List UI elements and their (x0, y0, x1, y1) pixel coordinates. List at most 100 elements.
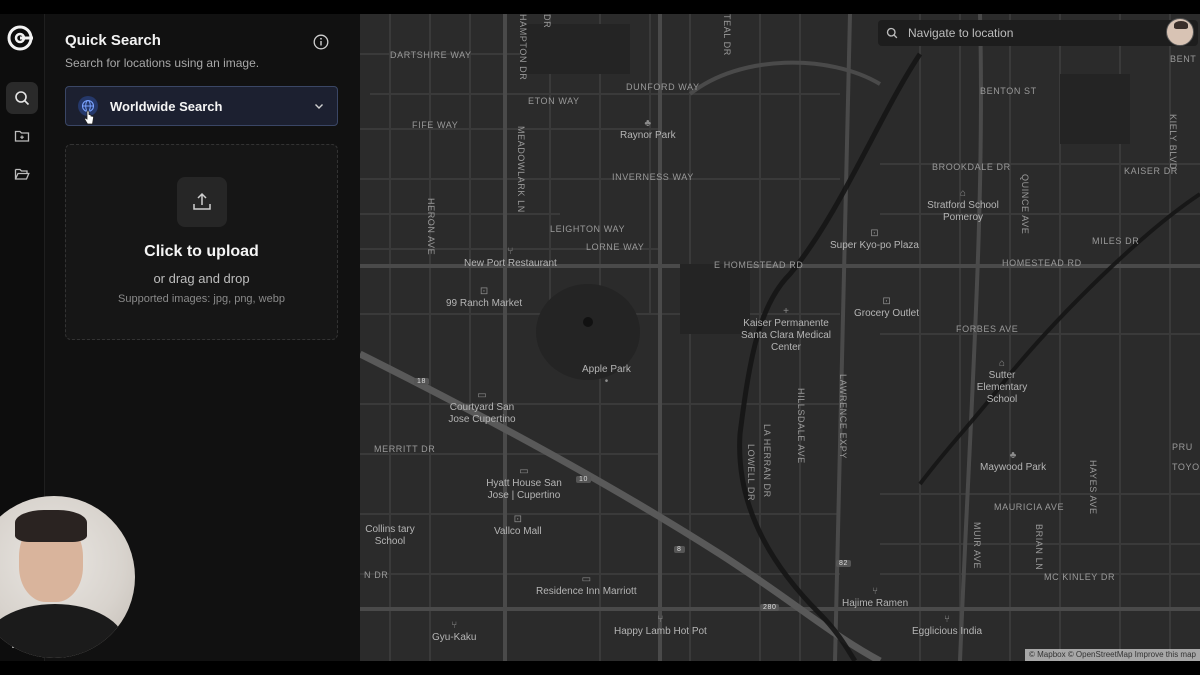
panel-subtitle: Search for locations using an image. (65, 56, 260, 70)
street-label: HAMPTON DR (518, 14, 528, 81)
street-label: BRIAN LN (1034, 524, 1044, 571)
poi-gyu-kaku[interactable]: ⑂ Gyu-Kaku (432, 620, 476, 644)
street-label: QUINCE AVE (1020, 174, 1030, 235)
search-icon (886, 27, 898, 39)
poi-raynor-park[interactable]: ♣ Raynor Park (620, 118, 676, 142)
school-icon: ⌂ (998, 358, 1006, 369)
image-upload-dropzone[interactable]: Click to upload or drag and drop Support… (65, 144, 338, 340)
hotel-icon: ▭ (581, 574, 592, 585)
shop-icon: ⊡ (513, 514, 522, 525)
poi-sutter-elementary[interactable]: ⌂ Sutter Elementary School (966, 358, 1038, 406)
street-label: DUNFORD WAY (626, 82, 700, 92)
street-label: MEADOWLARK LN (516, 126, 526, 213)
street-label: E HOMESTEAD RD (714, 260, 804, 270)
poi-new-port-restaurant[interactable]: ⑂ New Port Restaurant (464, 246, 557, 270)
street-label: INVERNESS WAY (612, 172, 694, 182)
street-label: KIELY BLVD (1168, 114, 1178, 171)
poi-egglicious-india[interactable]: ⑂ Egglicious India (912, 614, 982, 638)
poi-99-ranch-market[interactable]: ⊡ 99 Ranch Market (446, 286, 522, 310)
poi-hajime-ramen[interactable]: ⑂ Hajime Ramen (842, 586, 908, 610)
poi-stratford-school[interactable]: ⌂ Stratford School Pomeroy (924, 188, 1002, 224)
street-label: BENT (1170, 54, 1197, 64)
shop-icon: ⊡ (479, 286, 489, 297)
street-label: HAYES AVE (1088, 460, 1098, 515)
park-icon: ♣ (644, 118, 652, 129)
pointer-cursor-icon (83, 110, 94, 125)
search-scope-select[interactable]: Worldwide Search (65, 86, 338, 126)
folder-plus-icon (14, 130, 30, 142)
navigate-location-input[interactable] (908, 26, 1148, 40)
rail-open-folder-button[interactable] (6, 158, 38, 190)
upload-subtitle: or drag and drop (153, 271, 250, 286)
upload-title: Click to upload (144, 243, 259, 260)
poi-residence-inn[interactable]: ▭ Residence Inn Marriott (536, 574, 637, 598)
restaurant-icon: ⑂ (507, 246, 514, 257)
street-label: MAURICIA AVE (994, 502, 1065, 512)
street-label: DARTSHIRE WAY (390, 50, 472, 60)
chevron-down-icon (315, 104, 323, 109)
street-label: MILES DR (1092, 236, 1140, 246)
panel-title: Quick Search (65, 32, 161, 49)
restaurant-icon: ⑂ (451, 620, 458, 631)
street-label: ETON WAY (528, 96, 580, 106)
route-shield: 18 (414, 378, 429, 385)
search-scope-label: Worldwide Search (110, 98, 223, 114)
route-shield: 280 (760, 604, 780, 611)
route-shield: 10 (576, 476, 591, 483)
rail-add-folder-button[interactable] (6, 120, 38, 152)
street-label: DR (542, 14, 552, 29)
street-label: LAWRENCE EXPY (838, 374, 848, 459)
street-label: MUIR AVE (972, 522, 982, 570)
hotel-icon: ▭ (519, 466, 529, 477)
logo-icon (7, 25, 33, 51)
street-label: LEIGHTON WAY (550, 224, 626, 234)
street-label: LA HERRAN DR (762, 424, 772, 498)
street-label: BROOKDALE DR (932, 162, 1011, 172)
street-label: PRU (1172, 442, 1193, 452)
street-label: FIFE WAY (412, 120, 459, 130)
poi-grocery-outlet[interactable]: ⊡ Grocery Outlet (854, 296, 919, 320)
route-shield: 82 (836, 560, 851, 567)
folder-open-icon (14, 168, 30, 180)
poi-vallco-mall[interactable]: ⊡ Vallco Mall (494, 514, 542, 538)
search-icon (15, 91, 30, 106)
poi-courtyard-hotel[interactable]: ▭ Courtyard San Jose Cupertino (446, 390, 518, 426)
upload-formats-hint: Supported images: jpg, png, webp (118, 293, 285, 305)
street-label: TOYON (1172, 462, 1200, 472)
dot-icon: • (604, 376, 609, 387)
poi-kaiser-permanente[interactable]: + Kaiser Permanente Santa Clara Medical C… (736, 306, 836, 354)
street-label: LOWELL DR (746, 444, 756, 502)
shop-icon: ⊡ (870, 228, 879, 239)
restaurant-icon: ⑂ (657, 614, 664, 625)
map-view[interactable]: DARTSHIRE WAY ETON WAY DUNFORD WAY FIFE … (360, 14, 1200, 661)
park-icon: ♣ (1009, 450, 1017, 461)
street-label: FORBES AVE (956, 324, 1019, 334)
street-label: HERON AVE (426, 198, 436, 256)
navigate-search-bar (878, 20, 1198, 46)
map-attribution[interactable]: © Mapbox © OpenStreetMap Improve this ma… (1025, 649, 1200, 661)
poi-happy-lamb[interactable]: ⑂ Happy Lamb Hot Pot (614, 614, 707, 638)
poi-super-kyopo-plaza[interactable]: ⊡ Super Kyo-po Plaza (830, 228, 919, 252)
poi-collins-school[interactable]: Collins tary School (362, 524, 418, 548)
poi-hyatt-house[interactable]: ▭ Hyatt House San Jose | Cupertino (484, 466, 564, 502)
user-avatar[interactable] (1166, 18, 1194, 46)
street-label: HILLSDALE AVE (796, 388, 806, 464)
hotel-icon: ▭ (477, 390, 487, 401)
info-icon[interactable] (313, 34, 329, 50)
street-label: TEAL DR (722, 14, 732, 56)
restaurant-icon: ⑂ (872, 586, 879, 597)
route-shield: 8 (674, 546, 685, 553)
street-label: HOMESTEAD RD (1002, 258, 1082, 268)
app-frame: Quick Search Search for locations using … (0, 14, 1200, 661)
restaurant-icon: ⑂ (944, 614, 951, 625)
street-label: BENTON ST (980, 86, 1037, 96)
street-label: N DR (364, 570, 389, 580)
poi-maywood-park[interactable]: ♣ Maywood Park (980, 450, 1046, 474)
school-icon: ⌂ (959, 188, 967, 199)
hospital-icon: + (783, 306, 789, 317)
street-label: LORNE WAY (586, 242, 645, 252)
street-label: MC KINLEY DR (1044, 572, 1116, 582)
rail-search-button[interactable] (6, 82, 38, 114)
poi-apple-park[interactable]: Apple Park • (582, 364, 631, 388)
street-label: MERRITT DR (374, 444, 436, 454)
